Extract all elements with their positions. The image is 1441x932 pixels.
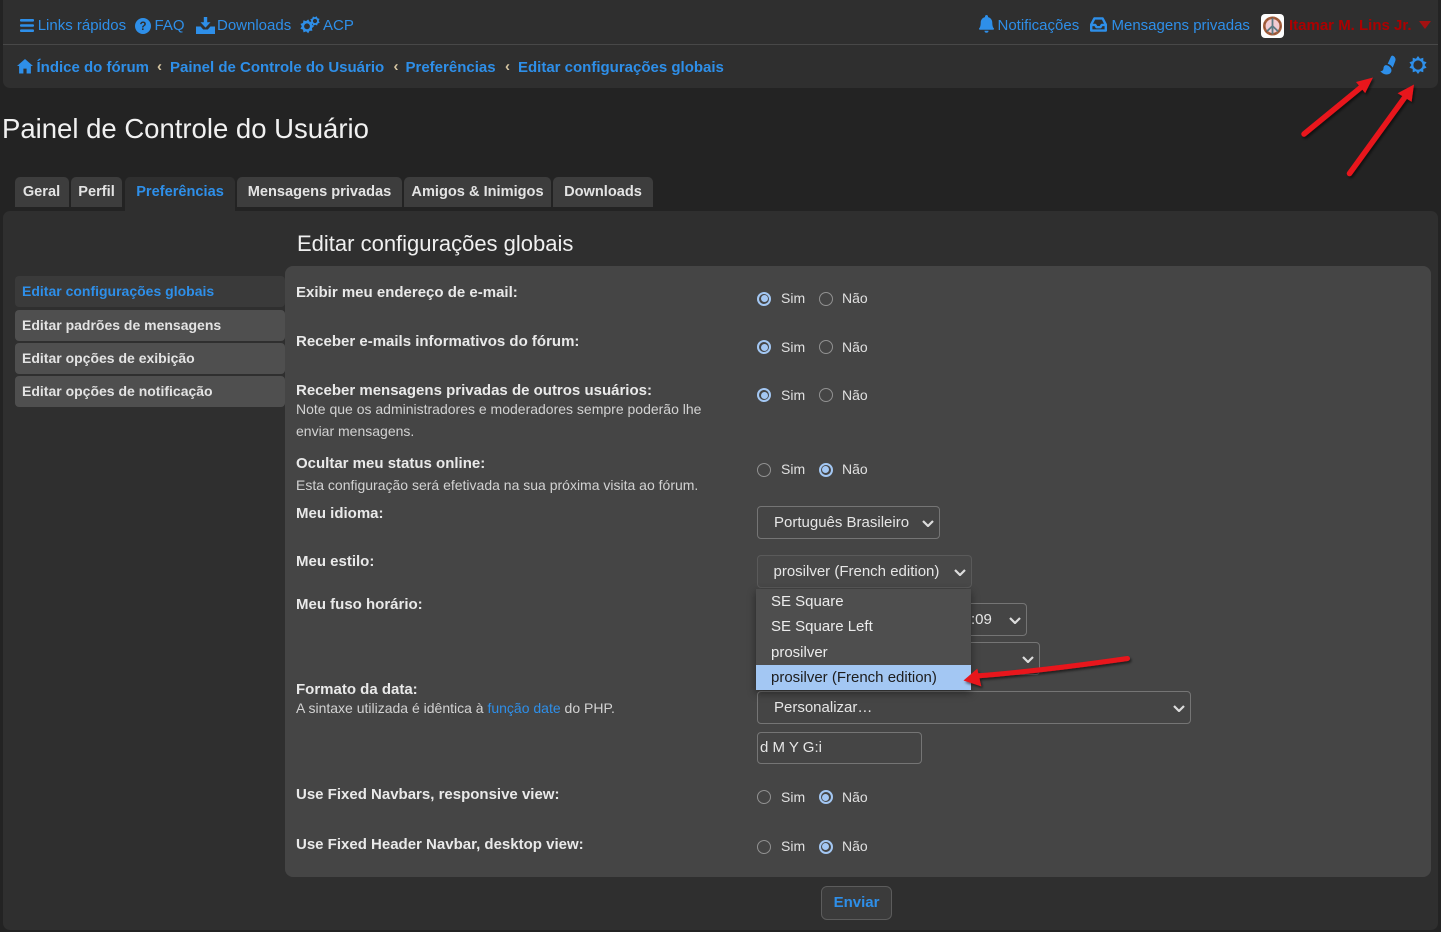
svg-text:?: ? xyxy=(139,21,146,33)
